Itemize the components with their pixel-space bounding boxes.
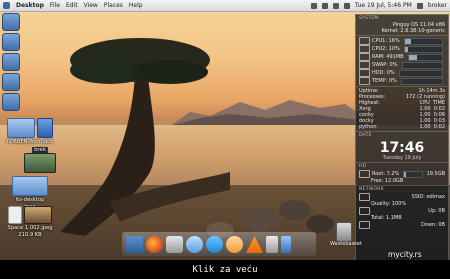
ram-row: RAM: 491MB (359, 53, 445, 61)
up-label: Up: 0B (428, 208, 445, 214)
disk-icon[interactable] (266, 236, 278, 253)
system-section: SYSTEM Pinguy OS 11.04 x86 Kernel: 2.6.3… (356, 15, 448, 36)
down-label: Down: 0B (420, 222, 445, 228)
download-icon (359, 221, 370, 229)
cpu1-row: CPU1: 16% (359, 37, 445, 45)
user-icon[interactable] (416, 2, 423, 9)
wastebasket-label: Wastebasket (330, 241, 362, 247)
date-section: DATE 17:46 Tuesday 19 July (356, 132, 448, 163)
watermark: mycity.rs (388, 250, 422, 259)
desktop-screen: Desktop File Edit View Places Help Tue 1… (0, 0, 450, 260)
ram-icon (359, 53, 370, 61)
volume-tray-icon[interactable] (332, 2, 339, 9)
app-logo-icon[interactable] (3, 2, 10, 9)
process-time: 0:02 (433, 124, 445, 130)
cpu2-row: CPU2: 10% (359, 45, 445, 53)
photo-thumbnail-icon (24, 206, 52, 224)
kernel-text: Kernel: 2.6.38-10-generic (381, 28, 445, 34)
swap-bar (401, 61, 443, 69)
widget-clock: 17:46 (379, 140, 425, 156)
text-file-icon (8, 206, 22, 224)
documents-folder-icon[interactable] (2, 33, 20, 51)
cpu1-label: CPU1: 16% (372, 38, 400, 44)
hdd-icon (359, 69, 370, 77)
folder-icon (7, 118, 35, 138)
desktop-icon-label: IV-BBEN_form.doc (6, 139, 54, 145)
cpu-icon (359, 37, 370, 45)
menu-places[interactable]: Places (104, 2, 123, 9)
firefox-icon[interactable] (146, 236, 163, 253)
cpu2-label: CPU2: 10% (372, 46, 400, 52)
music-folder-icon[interactable] (2, 73, 20, 91)
widget-date: Tuesday 19 July (382, 155, 422, 161)
root-bar (403, 170, 423, 178)
skype-icon[interactable] (206, 236, 223, 253)
menu-edit[interactable]: Edit (66, 2, 78, 9)
process-name: python (359, 124, 377, 130)
resources-section: CPU1: 16% CPU2: 10% RAM: 491MB SWAP: 0% … (356, 36, 448, 87)
home-folder-icon[interactable] (2, 13, 20, 31)
wifi-icon (359, 193, 370, 201)
menu-help[interactable]: Help (129, 2, 143, 9)
drive-icon (359, 170, 370, 178)
photo-thumbnail-icon (24, 153, 56, 173)
temp-bar (400, 77, 443, 85)
temperature-icon (359, 77, 370, 85)
app-name: Desktop (16, 2, 44, 9)
process-cpu: 1.00 (419, 124, 431, 130)
top-panel: Desktop File Edit View Places Help Tue 1… (0, 0, 450, 12)
temp-label: TEMP: 0% (372, 78, 397, 84)
network-tray-icon[interactable] (310, 2, 317, 9)
download-icon[interactable] (126, 236, 143, 253)
ram-bar (407, 53, 443, 61)
cpu1-bar (403, 37, 443, 45)
bottom-dock (122, 232, 316, 256)
wastebasket-icon[interactable] (336, 222, 352, 242)
menu-file[interactable]: File (50, 2, 60, 9)
shutter-icon[interactable] (166, 236, 183, 253)
desktop-icon-label: its-desktop (15, 197, 45, 203)
desktop-icon-doc[interactable]: IV-BBEN_form.doc (2, 118, 58, 145)
ram-label: RAM: 491MB (372, 54, 404, 60)
menu-view[interactable]: View (84, 2, 98, 9)
desktop-icon-space[interactable]: Space 1.002.jpeg 210.9 KB (2, 206, 58, 238)
battery-tray-icon[interactable] (343, 2, 350, 9)
usb-icon[interactable] (281, 236, 291, 253)
process-row: python 1.00 0:02 (359, 124, 445, 130)
temp-row: TEMP: 0% (359, 77, 445, 85)
cpu-icon (359, 45, 370, 53)
network-icon[interactable] (226, 236, 243, 253)
hdd-row: HDD: 0% (359, 69, 445, 77)
pidgin-icon[interactable] (186, 236, 203, 253)
process-section: Uptime: 1h 14m 3s Processes: 172 (2 runnin… (356, 87, 448, 132)
hdd-bar (398, 69, 443, 77)
desktop-icon-label: Space 1.002.jpeg (7, 225, 53, 231)
free-label: Free: 12.0GB (371, 178, 404, 184)
root-label: Root: 7.2% (372, 171, 400, 177)
panel-clock[interactable]: Tue 19 Jul, 5:46 PM (355, 2, 412, 9)
swap-label: SWAP: 0% (372, 62, 398, 68)
cpu2-bar (403, 45, 443, 53)
pictures-folder-icon[interactable] (2, 53, 20, 71)
panel-user[interactable]: broker (428, 2, 447, 9)
ssid-label: SSID: edimax (411, 194, 445, 200)
vlc-icon[interactable] (246, 236, 263, 253)
hdd-label: HDD: 0% (372, 70, 395, 76)
swap-icon (359, 61, 370, 69)
root-value: 19.5GB (426, 171, 445, 177)
network-section: NETWORK SSID: edimax Quality: 100% Up: 0… (356, 186, 448, 230)
left-launcher (0, 11, 22, 113)
swap-row: SWAP: 0% (359, 61, 445, 69)
folder-icon (12, 176, 48, 196)
videos-folder-icon[interactable] (2, 93, 20, 111)
word-document-icon (37, 118, 53, 138)
desktop-icon-brek[interactable]: brek (22, 146, 58, 173)
upload-icon (359, 207, 370, 215)
desktop-icon-its-desktop[interactable]: its-desktop jpeg (2, 176, 58, 210)
caption-link[interactable]: Klik za veću (0, 260, 450, 279)
system-monitor-widget: SYSTEM Pinguy OS 11.04 x86 Kernel: 2.6.3… (355, 14, 449, 260)
mail-tray-icon[interactable] (321, 2, 328, 9)
hd-section: HD Root: 7.2% 19.5GB Free: 12.0GB (356, 163, 448, 186)
desktop-icon-size: 210.9 KB (18, 232, 42, 238)
